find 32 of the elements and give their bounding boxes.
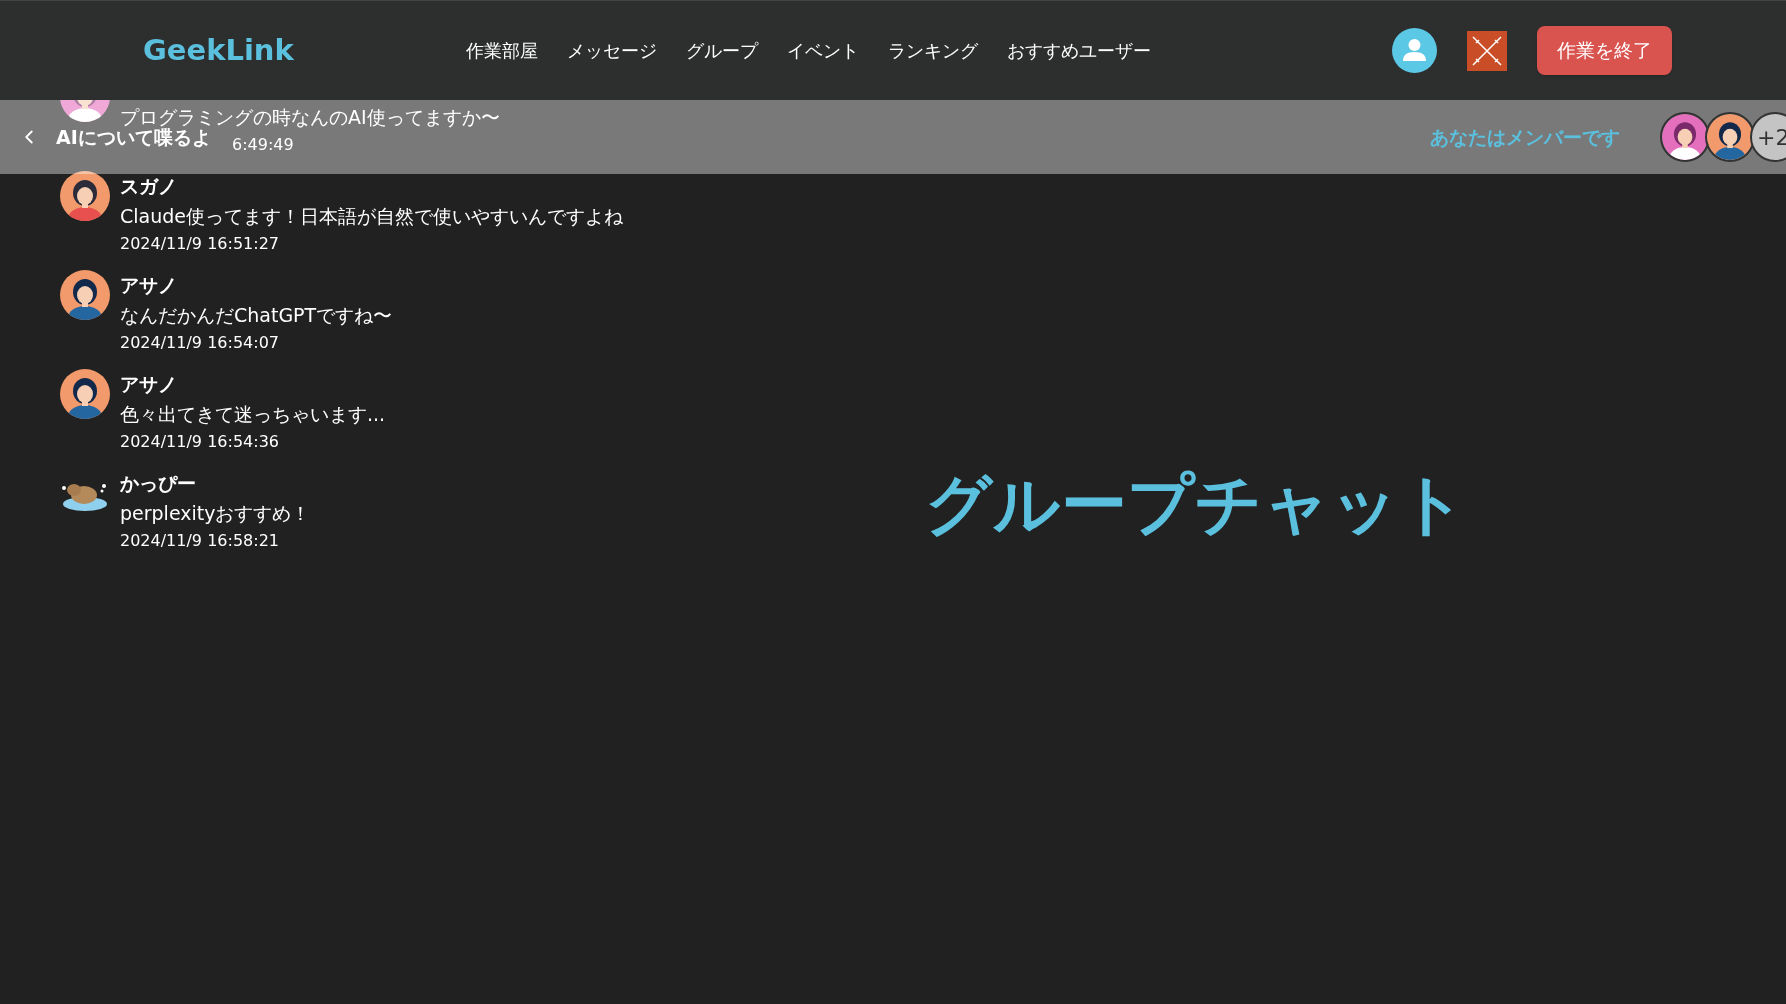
- person-avatar: [60, 171, 110, 221]
- nav-link[interactable]: イベント: [787, 37, 859, 64]
- end-work-button[interactable]: 作業を終了: [1537, 26, 1672, 75]
- crossed-swords-icon[interactable]: [1467, 30, 1507, 71]
- sender-name: スガノ: [120, 174, 178, 199]
- message-text: Claude使ってます！日本語が自然で使いやすいんですよね: [120, 204, 623, 229]
- nav-link[interactable]: ランキング: [888, 37, 978, 64]
- sender-name: かっぴー: [120, 471, 197, 496]
- message-text: なんだかんだChatGPTですね〜: [120, 303, 393, 328]
- nav-link[interactable]: おすすめユーザー: [1007, 37, 1151, 64]
- message-time: 2024/11/9 16:58:21: [120, 530, 279, 552]
- message-time: 2024/11/9 16:51:27: [120, 233, 279, 255]
- person-avatar: [1705, 112, 1755, 162]
- person-avatar: [60, 369, 110, 419]
- membership-status: あなたはメンバーです: [1430, 124, 1620, 150]
- sender-name: アサノ: [120, 372, 178, 397]
- message-time: 6:49:49: [232, 134, 294, 156]
- nav-link[interactable]: メッセージ: [567, 37, 657, 64]
- profile-icon[interactable]: [1392, 28, 1437, 73]
- message-text: 色々出てきて迷っちゃいます...: [120, 402, 386, 427]
- message-time: 2024/11/9 16:54:07: [120, 332, 279, 354]
- group-title: AIについて喋るよ: [56, 125, 211, 150]
- sender-name: アサノ: [120, 273, 178, 298]
- page-heading: グループチャット: [925, 465, 1468, 545]
- person-avatar: [1660, 112, 1710, 162]
- nav-link[interactable]: 作業部屋: [466, 37, 538, 64]
- logo[interactable]: GeekLink: [143, 28, 323, 73]
- person-avatar: [60, 270, 110, 320]
- message-text: プログラミングの時なんのAI使ってますか〜: [120, 105, 500, 128]
- nav-link[interactable]: グループ: [686, 37, 758, 64]
- message-time: 2024/11/9 16:54:36: [120, 431, 279, 453]
- message-text: perplexityおすすめ！: [120, 501, 311, 526]
